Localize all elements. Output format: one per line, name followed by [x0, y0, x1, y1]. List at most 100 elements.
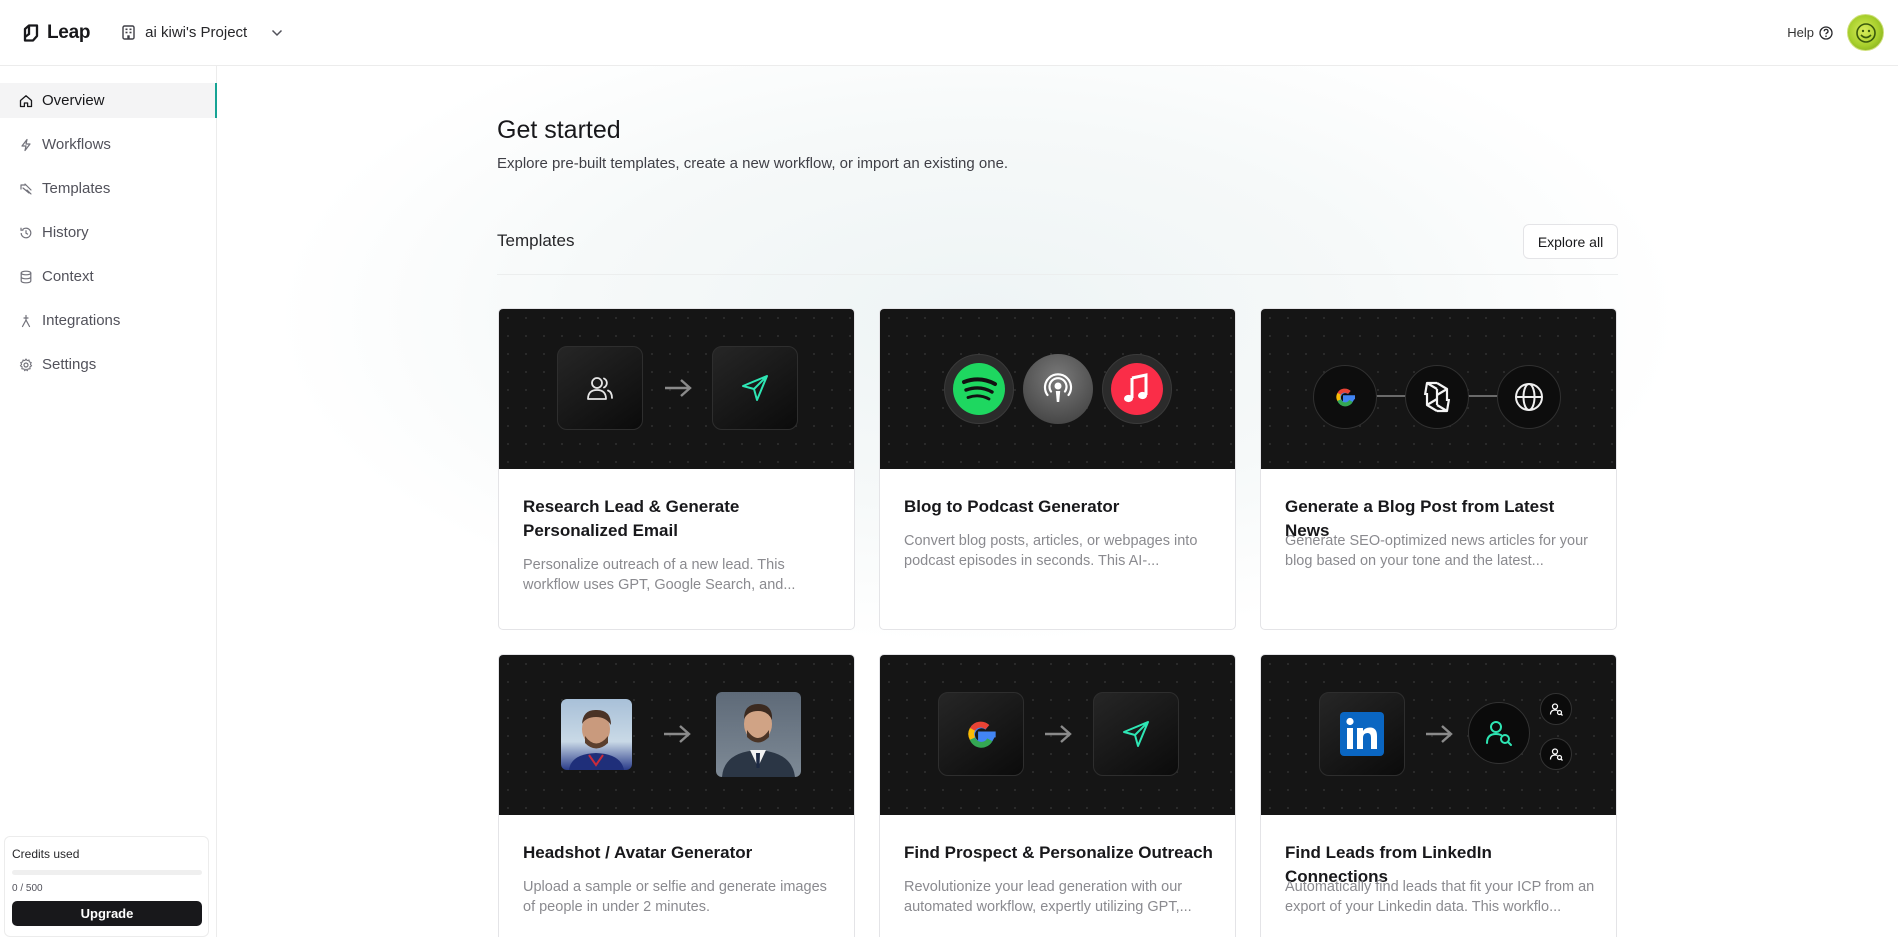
sidebar-item-label: Context: [42, 268, 94, 285]
users-tile: [557, 346, 643, 430]
project-name: ai kiwi's Project: [145, 24, 248, 41]
google-icon: [968, 721, 996, 748]
home-icon: [19, 94, 33, 107]
linkedin-icon: [1340, 712, 1384, 756]
person-search-tile: [1468, 702, 1530, 764]
arrow-right-icon: [664, 725, 691, 743]
gear-icon: [19, 357, 33, 371]
chevron-down-icon[interactable]: [271, 29, 283, 37]
spotify-tile: [944, 354, 1014, 424]
card-description: Automatically find leads that fit your I…: [1285, 879, 1595, 915]
card-title: Blog to Podcast Generator: [904, 497, 1120, 516]
google-tile: [938, 692, 1024, 776]
app-logo[interactable]: Leap: [22, 22, 90, 44]
sidebar-item-label: Overview: [42, 92, 105, 109]
building-icon: [122, 25, 135, 40]
template-card-linkedin-leads[interactable]: Find Leads from LinkedIn Connections Aut…: [1260, 654, 1617, 937]
database-icon: [20, 270, 32, 283]
project-selector[interactable]: ai kiwi's Project: [122, 24, 283, 41]
top-bar: Leap ai kiwi's Project Help: [0, 0, 1898, 66]
integrations-icon: [21, 314, 31, 327]
card-thumbnail: [499, 309, 854, 469]
sidebar: Overview Workflows Templates History Con…: [0, 66, 217, 937]
card-title: Find Prospect & Personalize Outreach: [904, 843, 1213, 862]
template-card-find-prospect[interactable]: Find Prospect & Personalize Outreach Rev…: [879, 654, 1236, 937]
card-description: Personalize outreach of a new lead. This…: [523, 557, 796, 593]
google-tile: [1313, 365, 1377, 429]
headshot-photo: [716, 692, 801, 777]
card-description: Upload a sample or selfie and generate i…: [523, 879, 827, 915]
card-thumbnail: [1261, 655, 1616, 815]
person-search-icon: [1549, 747, 1563, 761]
send-tile: [712, 346, 798, 430]
spotify-icon: [953, 363, 1005, 415]
sidebar-item-integrations[interactable]: Integrations: [0, 303, 216, 338]
person-suit-icon: [722, 704, 795, 777]
arrow-right-icon: [1426, 725, 1453, 743]
credits-panel: Credits used 0 / 500 Upgrade: [4, 836, 209, 937]
send-icon: [1123, 721, 1149, 747]
card-thumbnail: [499, 655, 854, 815]
card-thumbnail: [1261, 309, 1616, 469]
sidebar-item-templates[interactable]: Templates: [0, 171, 216, 206]
person-search-icon: [1549, 702, 1563, 716]
podcasts-tile: [1023, 354, 1093, 424]
openai-tile: [1405, 365, 1469, 429]
card-title: Research Lead & Generate Personalized Em…: [523, 497, 740, 540]
globe-icon: [1515, 383, 1543, 411]
credits-label: Credits used: [12, 847, 80, 861]
sidebar-item-label: Templates: [42, 180, 111, 197]
openai-icon: [1423, 381, 1451, 413]
card-description: Convert blog posts, articles, or webpage…: [904, 533, 1198, 569]
users-icon: [587, 377, 613, 400]
bolt-icon: [21, 138, 31, 151]
leap-logo-icon: [23, 23, 39, 42]
credits-progress-bar: [12, 870, 202, 875]
help-label: Help: [1787, 25, 1814, 40]
selfie-photo: [561, 699, 632, 770]
credits-count: 0 / 500: [12, 883, 43, 894]
google-icon: [1336, 388, 1355, 407]
sidebar-item-settings[interactable]: Settings: [0, 347, 216, 382]
arrow-right-icon: [1045, 725, 1072, 743]
user-avatar[interactable]: [1847, 14, 1884, 51]
template-card-research-lead[interactable]: Research Lead & Generate Personalized Em…: [498, 308, 855, 630]
upgrade-button[interactable]: Upgrade: [12, 901, 202, 926]
sidebar-item-label: Integrations: [42, 312, 121, 329]
template-card-blog-podcast[interactable]: Blog to Podcast Generator Convert blog p…: [879, 308, 1236, 630]
sidebar-item-overview[interactable]: Overview: [0, 83, 217, 118]
card-description: Generate SEO-optimized news articles for…: [1285, 533, 1589, 569]
small-person-search-tile: [1540, 738, 1572, 770]
sidebar-item-context[interactable]: Context: [0, 259, 216, 294]
sidebar-item-label: History: [42, 224, 89, 241]
templates-icon: [20, 182, 32, 195]
send-icon: [742, 375, 768, 401]
music-note-icon: [1111, 363, 1163, 415]
main-content: Get started Explore pre-built templates,…: [218, 66, 1898, 937]
history-icon: [20, 227, 32, 238]
linkedin-tile: [1319, 692, 1405, 776]
card-description: Revolutionize your lead generation with …: [904, 879, 1192, 915]
globe-tile: [1497, 365, 1561, 429]
card-thumbnail: [880, 655, 1235, 815]
podcast-icon: [1043, 373, 1073, 402]
card-thumbnail: [880, 309, 1235, 469]
apple-music-tile: [1102, 354, 1172, 424]
avatar-face-icon: [1855, 22, 1876, 43]
send-tile: [1093, 692, 1179, 776]
help-button[interactable]: Help: [1787, 25, 1833, 40]
template-card-blog-news[interactable]: Generate a Blog Post from Latest News Ge…: [1260, 308, 1617, 630]
sidebar-item-workflows[interactable]: Workflows: [0, 127, 216, 162]
app-name: Leap: [47, 21, 91, 43]
person-search-icon: [1486, 721, 1512, 746]
person-photo-icon: [569, 709, 624, 770]
page-subtitle: Explore pre-built templates, create a ne…: [497, 155, 1009, 172]
small-person-search-tile: [1540, 693, 1572, 725]
template-card-headshot[interactable]: Headshot / Avatar Generator Upload a sam…: [498, 654, 855, 937]
sidebar-item-label: Settings: [42, 356, 97, 373]
sidebar-item-label: Workflows: [42, 136, 111, 153]
sidebar-item-history[interactable]: History: [0, 215, 216, 250]
templates-section-title: Templates: [497, 231, 575, 250]
explore-all-button[interactable]: Explore all: [1523, 224, 1618, 259]
section-divider: [497, 274, 1618, 275]
